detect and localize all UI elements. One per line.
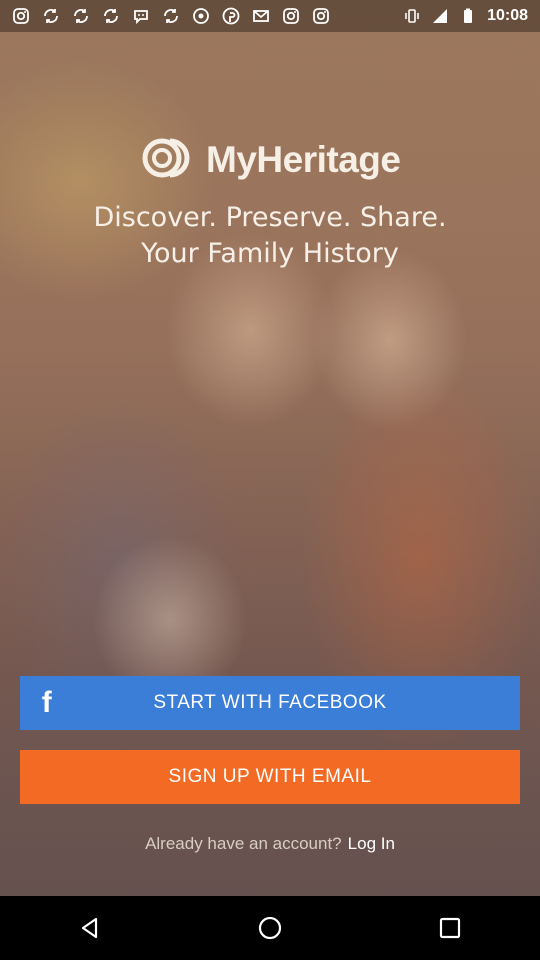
facebook-icon: f: [41, 686, 53, 719]
login-prompt: Already have an account? Log In: [0, 830, 540, 858]
notification-icons: [12, 7, 330, 25]
home-icon: [258, 916, 282, 940]
screen: 10:08 MyHeritage Discover. Preserve. Sha…: [0, 0, 540, 960]
status-time: 10:08: [487, 7, 528, 24]
facebook-button-label: START WITH FACEBOOK: [153, 692, 387, 713]
instagram-icon: [12, 7, 30, 25]
mail-icon: [252, 7, 270, 25]
myheritage-logo: MyHeritage: [142, 136, 402, 184]
log-in-link[interactable]: Log In: [348, 834, 395, 854]
logo-mark-icon: [142, 135, 200, 186]
home-button[interactable]: [246, 904, 294, 952]
tagline-line-1: Discover. Preserve. Share.: [93, 202, 447, 233]
sync-icon: [102, 7, 120, 25]
status-bar: 10:08: [0, 0, 540, 32]
instagram-icon: [312, 7, 330, 25]
signal-icon: [431, 7, 449, 25]
battery-icon: [459, 7, 477, 25]
email-button-label: SIGN UP WITH EMAIL: [168, 766, 372, 787]
instagram-icon: [282, 7, 300, 25]
sign-up-with-email-button[interactable]: SIGN UP WITH EMAIL: [20, 750, 520, 804]
logo-text: MyHeritage: [206, 139, 401, 180]
recents-button[interactable]: [426, 904, 474, 952]
navigation-bar: [0, 896, 540, 960]
bitmoji-icon: [132, 7, 150, 25]
tagline-line-2: Your Family History: [141, 238, 399, 269]
recents-icon: [439, 917, 461, 939]
pinterest-icon: [222, 7, 240, 25]
target-icon: [192, 7, 210, 25]
start-with-facebook-button[interactable]: f START WITH FACEBOOK: [20, 676, 520, 730]
login-question: Already have an account?: [145, 834, 342, 853]
system-icons: 10:08: [403, 7, 528, 25]
sync-icon: [72, 7, 90, 25]
sync-icon: [162, 7, 180, 25]
sync-icon: [42, 7, 60, 25]
vibrate-icon: [403, 7, 421, 25]
back-icon: [81, 917, 98, 939]
back-button[interactable]: [66, 904, 114, 952]
